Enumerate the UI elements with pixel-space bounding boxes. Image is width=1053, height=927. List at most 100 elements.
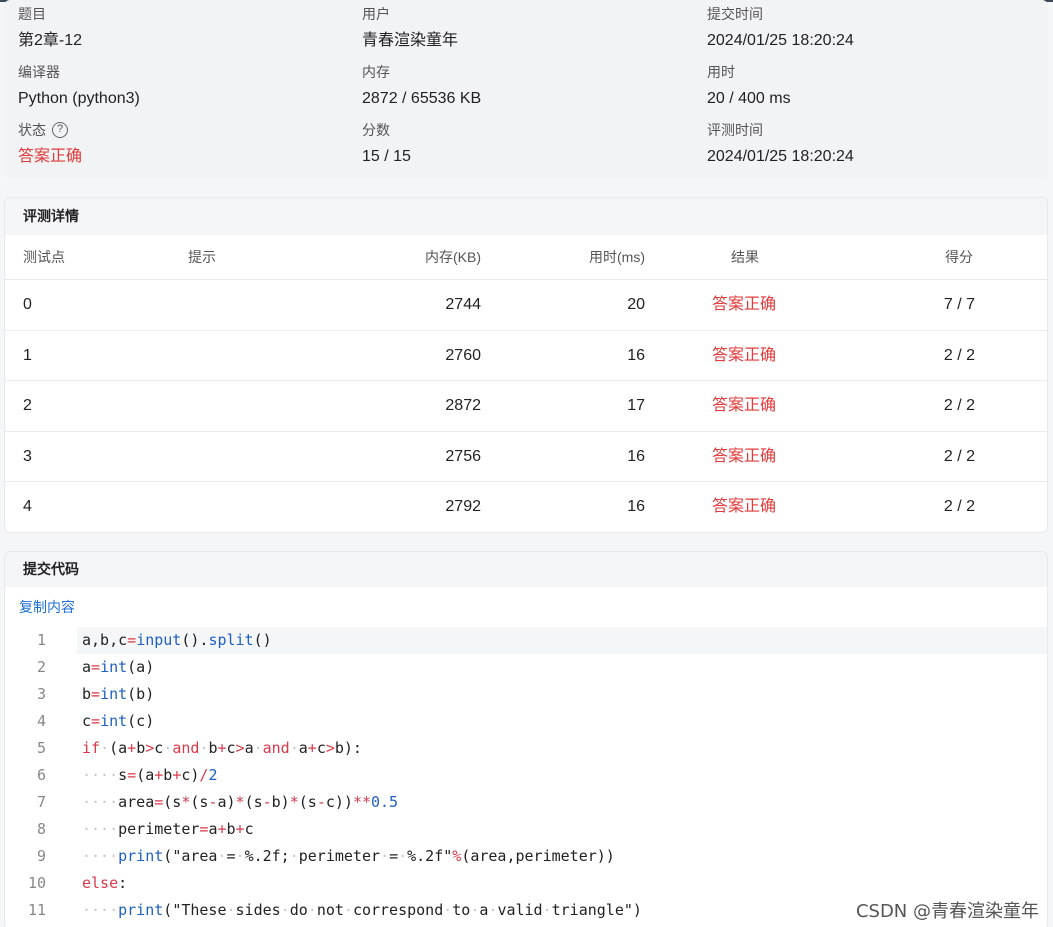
- help-icon[interactable]: ?: [52, 122, 68, 138]
- score-field: 分数 15 / 15: [362, 120, 411, 168]
- col-hint: 提示: [188, 249, 216, 265]
- line-number: 9: [36, 847, 46, 865]
- user-value[interactable]: 青春渲染童年: [362, 30, 458, 52]
- line-number: 10: [27, 874, 46, 892]
- code-editor[interactable]: 1 a,b,c=input().split() 2 a=int(a) 3 b=int(b)…: [5, 627, 1047, 924]
- score-value: 15 / 15: [362, 148, 411, 165]
- case-score: 2 / 2: [943, 498, 975, 515]
- case-time: 20: [627, 296, 645, 313]
- score-label: 分数: [362, 122, 390, 138]
- case-time: 17: [627, 397, 645, 414]
- problem-value[interactable]: 第2章-12: [18, 30, 82, 52]
- judge-time-field: 评测时间 2024/01/25 18:20:24: [707, 120, 854, 168]
- line-number: 4: [36, 712, 46, 730]
- memory-value: 2872 / 65536 KB: [362, 90, 482, 107]
- code-line[interactable]: 7 ····area=(s*(s-a)*(s-b)*(s-c))**0.5: [5, 789, 1047, 816]
- time-used-value: 20 / 400 ms: [707, 90, 791, 107]
- table-row: 2 2872 17 答案正确 2 / 2: [5, 381, 1047, 432]
- case-score: 2 / 2: [943, 447, 975, 465]
- case-memory: 2792: [445, 498, 481, 515]
- submit-time-value: 2024/01/25 18:20:24: [707, 32, 854, 49]
- status-label: 状态: [18, 122, 46, 138]
- code-line[interactable]: 10 else:: [5, 870, 1047, 897]
- case-result: 答案正确: [712, 397, 777, 414]
- user-label: 用户: [362, 6, 390, 22]
- table-row: 3 2756 16 答案正确 2 / 2: [5, 432, 1047, 482]
- time-used-field: 用时 20 / 400 ms: [707, 62, 791, 110]
- compiler-field: 编译器 Python (python3): [18, 62, 140, 110]
- copy-code-link[interactable]: 复制内容: [19, 597, 75, 617]
- submit-time-field: 提交时间 2024/01/25 18:20:24: [707, 4, 854, 52]
- line-number: 8: [36, 820, 46, 838]
- table-row: 4 2792 16 答案正确 2 / 2: [5, 482, 1047, 532]
- case-score: 2 / 2: [943, 397, 975, 414]
- case-score: 7 / 7: [943, 296, 975, 313]
- case-memory: 2872: [445, 397, 481, 414]
- code-text[interactable]: ····print("area·=·%.2f;·perimeter·=·%.2f…: [77, 843, 1047, 870]
- submitted-code-title: 提交代码: [5, 552, 1047, 587]
- table-row: 1 2760 16 答案正确 2 / 2: [5, 331, 1047, 381]
- case-result: 答案正确: [712, 447, 777, 465]
- case-result: 答案正确: [712, 346, 777, 364]
- col-time: 用时(ms): [589, 249, 645, 265]
- case-memory: 2744: [445, 296, 481, 313]
- judge-time-label: 评测时间: [707, 122, 763, 138]
- judge-details-title: 评测详情: [5, 198, 1047, 235]
- status-field: 状态 ? 答案正确: [18, 120, 82, 168]
- submitted-code-card: 提交代码 复制内容 1 a,b,c=input().split() 2 a=int(a…: [4, 551, 1048, 927]
- line-number: 2: [36, 658, 46, 676]
- code-text[interactable]: ····area=(s*(s-a)*(s-b)*(s-c))**0.5: [77, 789, 1047, 816]
- line-number: 1: [36, 631, 46, 649]
- watermark: CSDN @青春渲染童年: [855, 901, 1039, 922]
- col-memory: 内存(KB): [425, 249, 481, 265]
- compiler-value: Python (python3): [18, 90, 140, 107]
- code-text[interactable]: ····s=(a+b+c)/2: [77, 762, 1047, 789]
- problem-field: 题目 第2章-12: [18, 4, 82, 52]
- status-value: 答案正确: [18, 148, 83, 165]
- case-id: 2: [23, 397, 32, 414]
- submit-time-label: 提交时间: [707, 6, 763, 22]
- case-id: 4: [23, 498, 32, 515]
- code-text[interactable]: ····perimeter=a+b+c: [77, 816, 1047, 843]
- case-score: 2 / 2: [943, 346, 975, 364]
- case-time: 16: [627, 346, 645, 364]
- judge-details-card: 评测详情 测试点 提示 内存(KB) 用时(ms) 结果 得分 0 2744 2…: [4, 197, 1048, 533]
- code-line[interactable]: 5 if·(a+b>c·and·b+c>a·and·a+c>b):: [5, 735, 1047, 762]
- memory-field: 内存 2872 / 65536 KB: [362, 62, 481, 110]
- time-used-label: 用时: [707, 64, 735, 80]
- user-field: 用户 青春渲染童年: [362, 4, 458, 52]
- code-line[interactable]: 8 ····perimeter=a+b+c: [5, 816, 1047, 843]
- case-result: 答案正确: [712, 296, 777, 313]
- judge-time-value: 2024/01/25 18:20:24: [707, 148, 854, 165]
- code-text[interactable]: a,b,c=input().split(): [77, 627, 1047, 654]
- code-line[interactable]: 9 ····print("area·=·%.2f;·perimeter·=·%.2…: [5, 843, 1047, 870]
- line-number: 3: [36, 685, 46, 703]
- problem-label: 题目: [18, 6, 46, 22]
- memory-label: 内存: [362, 64, 390, 80]
- details-table-header: 测试点 提示 内存(KB) 用时(ms) 结果 得分: [5, 235, 1047, 280]
- code-line[interactable]: 3 b=int(b): [5, 681, 1047, 708]
- line-number: 6: [36, 766, 46, 784]
- compiler-label: 编译器: [18, 64, 60, 80]
- col-case: 测试点: [23, 249, 65, 265]
- submission-info-card: 题目 第2章-12 用户 青春渲染童年 提交时间 2024/01/25 18:2…: [4, 0, 1048, 179]
- case-time: 16: [627, 498, 645, 515]
- code-line[interactable]: 1 a,b,c=input().split(): [5, 627, 1047, 654]
- code-text[interactable]: b=int(b): [77, 681, 1047, 708]
- col-score: 得分: [945, 249, 973, 265]
- code-text[interactable]: else:: [77, 870, 1047, 897]
- case-memory: 2756: [445, 447, 481, 465]
- line-number: 7: [36, 793, 46, 811]
- code-line[interactable]: 6 ····s=(a+b+c)/2: [5, 762, 1047, 789]
- table-row: 0 2744 20 答案正确 7 / 7: [5, 280, 1047, 331]
- code-line[interactable]: 2 a=int(a): [5, 654, 1047, 681]
- code-text[interactable]: if·(a+b>c·and·b+c>a·and·a+c>b):: [77, 735, 1047, 762]
- code-line[interactable]: 4 c=int(c): [5, 708, 1047, 735]
- line-number: 5: [36, 739, 46, 757]
- case-memory: 2760: [445, 346, 481, 364]
- case-id: 1: [23, 346, 32, 364]
- code-text[interactable]: a=int(a): [77, 654, 1047, 681]
- code-text[interactable]: c=int(c): [77, 708, 1047, 735]
- col-result: 结果: [731, 249, 759, 265]
- case-result: 答案正确: [712, 498, 777, 515]
